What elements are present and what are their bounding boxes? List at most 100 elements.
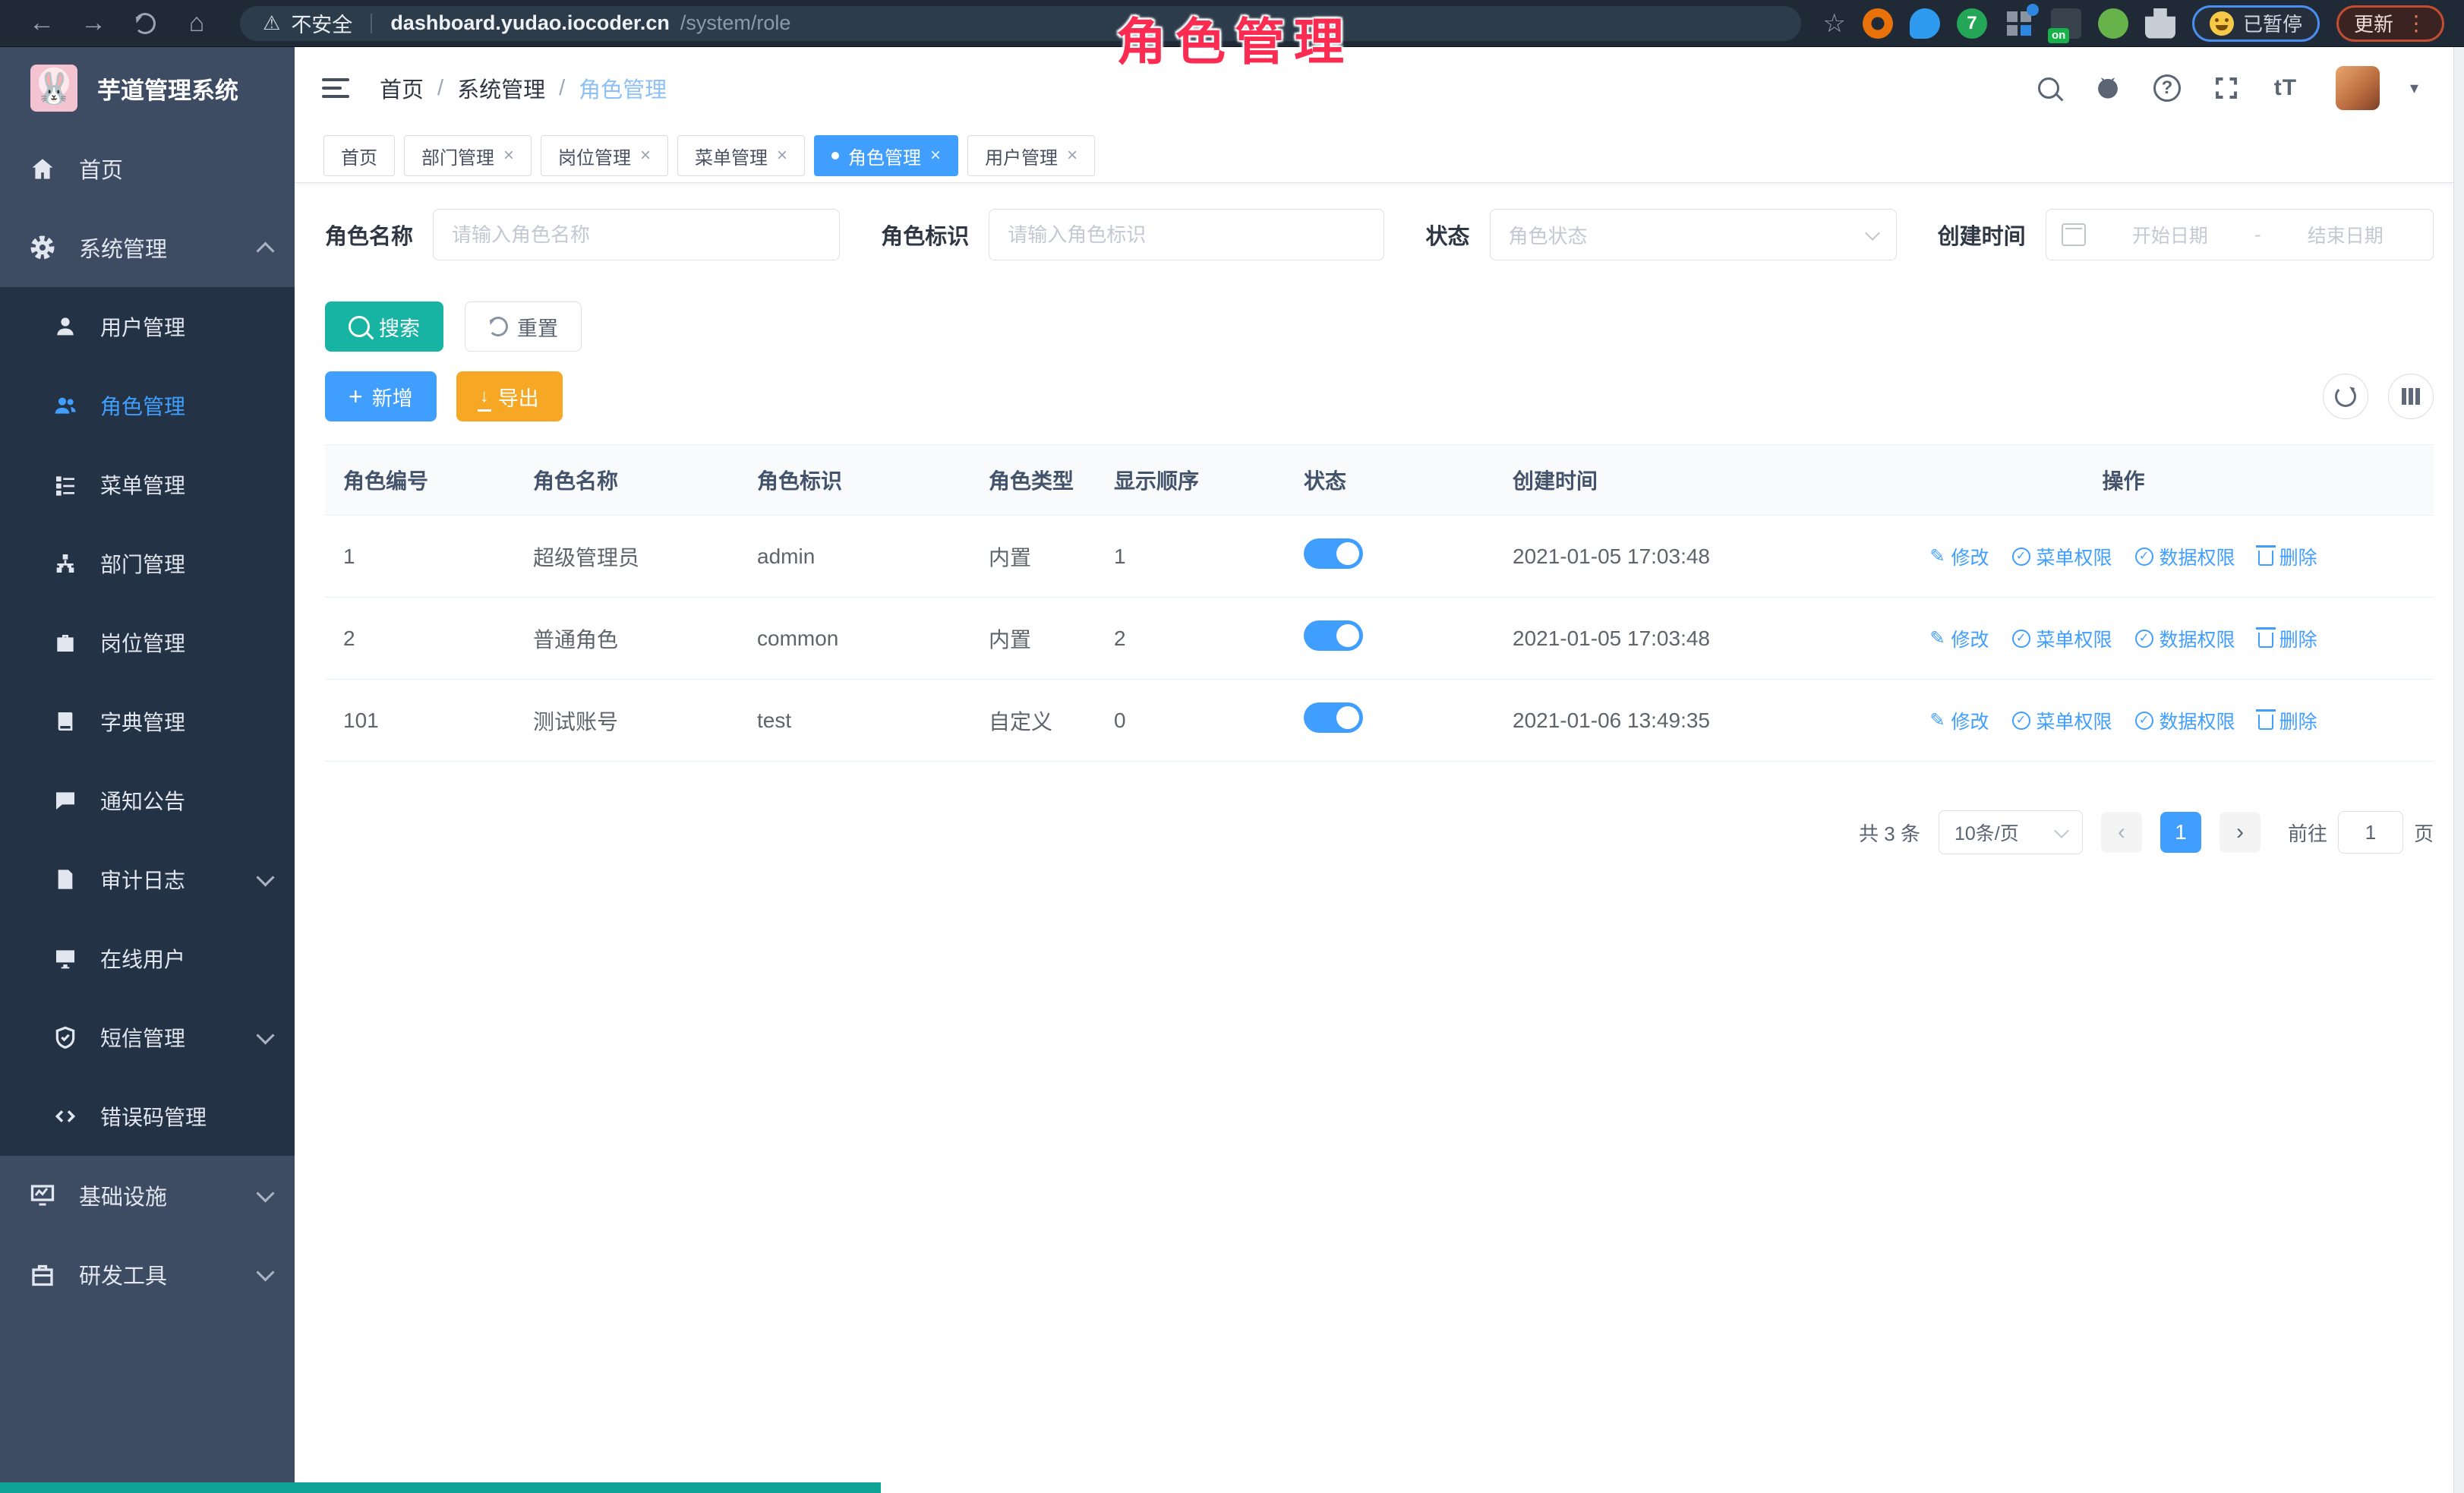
sidebar-item-sms[interactable]: 短信管理 <box>0 998 295 1077</box>
edit-link[interactable]: ✎修改 <box>1929 707 1989 734</box>
sidebar-item-dev-tools[interactable]: 研发工具 <box>0 1235 295 1314</box>
user-avatar[interactable] <box>2336 66 2380 110</box>
close-icon[interactable]: × <box>503 145 514 166</box>
sidebar-collapse-button[interactable] <box>322 78 349 98</box>
start-date-placeholder[interactable]: 开始日期 <box>2098 221 2242 248</box>
page-number-1[interactable]: 1 <box>2160 812 2201 853</box>
sidebar-item-menus[interactable]: 菜单管理 <box>0 445 295 524</box>
extension-ring-icon[interactable] <box>1863 8 1893 39</box>
monitor-icon <box>53 946 77 971</box>
goto-page-input[interactable] <box>2338 811 2403 854</box>
breadcrumb-home[interactable]: 首页 <box>380 72 424 104</box>
sidebar-item-dictionary[interactable]: 字典管理 <box>0 682 295 761</box>
search-button[interactable]: 搜索 <box>325 301 443 352</box>
delete-link[interactable]: 删除 <box>2258 543 2317 570</box>
github-button[interactable] <box>2091 71 2125 105</box>
sidebar-item-online-users[interactable]: 在线用户 <box>0 919 295 998</box>
extension-monkey-icon[interactable] <box>2098 8 2128 39</box>
end-date-placeholder[interactable]: 结束日期 <box>2273 221 2418 248</box>
tab-roles[interactable]: 角色管理 × <box>814 135 958 176</box>
export-button[interactable]: ↓ 导出 <box>456 371 563 421</box>
extension-green-icon[interactable]: 7 <box>1957 8 1987 39</box>
sidebar-submenu-system: 用户管理 角色管理 菜单管理 部门管理 岗位管理 字典管理 <box>0 287 295 1156</box>
refresh-table-button[interactable] <box>2323 374 2368 419</box>
status-toggle[interactable] <box>1304 538 1363 569</box>
menu-permission-link[interactable]: ✓菜单权限 <box>2012 707 2112 734</box>
breadcrumb: 首页 / 系统管理 / 角色管理 <box>380 72 667 104</box>
header-search-button[interactable] <box>2032 71 2065 105</box>
sidebar-item-posts[interactable]: 岗位管理 <box>0 603 295 682</box>
sidebar-item-infrastructure[interactable]: 基础设施 <box>0 1156 295 1235</box>
close-icon[interactable]: × <box>777 145 787 166</box>
extension-grid-icon[interactable] <box>2004 8 2034 39</box>
page-scrollbar[interactable] <box>2453 47 2464 1493</box>
status-toggle[interactable] <box>1304 620 1363 651</box>
close-icon[interactable]: × <box>640 145 651 166</box>
fullscreen-icon <box>2213 74 2240 102</box>
breadcrumb-section[interactable]: 系统管理 <box>457 72 545 104</box>
page-size-select[interactable]: 10条/页 <box>1939 810 2083 854</box>
avatar-caret-icon[interactable]: ▾ <box>2410 78 2418 98</box>
reset-button[interactable]: 重置 <box>465 301 582 352</box>
extension-dark-icon[interactable]: on <box>2051 8 2081 39</box>
cell-role-key: test <box>739 680 970 762</box>
close-icon[interactable]: × <box>930 145 941 166</box>
sidebar-item-system[interactable]: 系统管理 <box>0 208 295 287</box>
tab-users[interactable]: 用户管理 × <box>967 135 1095 176</box>
extension-drop-icon[interactable] <box>1910 8 1940 39</box>
sidebar-item-error-codes[interactable]: 错误码管理 <box>0 1077 295 1156</box>
data-permission-link[interactable]: ✓数据权限 <box>2135 707 2235 734</box>
extensions-puzzle-icon[interactable] <box>2145 8 2175 39</box>
status-toggle[interactable] <box>1304 702 1363 733</box>
browser-home-button[interactable]: ⌂ <box>175 5 219 43</box>
sidebar-item-departments[interactable]: 部门管理 <box>0 524 295 603</box>
edit-link[interactable]: ✎修改 <box>1929 543 1989 570</box>
chevron-up-icon <box>256 241 274 260</box>
data-permission-link[interactable]: ✓数据权限 <box>2135 625 2235 652</box>
data-permission-link[interactable]: ✓数据权限 <box>2135 543 2235 570</box>
delete-label: 删除 <box>2279 707 2317 734</box>
briefcase-icon <box>53 630 77 655</box>
sidebar-item-audit-log[interactable]: 审计日志 <box>0 840 295 919</box>
tab-posts[interactable]: 岗位管理 × <box>541 135 668 176</box>
tab-home[interactable]: 首页 <box>323 135 395 176</box>
status-select[interactable]: 角色状态 <box>1490 209 1897 260</box>
tab-menus[interactable]: 菜单管理 × <box>677 135 805 176</box>
sidebar-filler <box>0 1314 295 1493</box>
menu-permission-link[interactable]: ✓菜单权限 <box>2012 543 2112 570</box>
browser-update-button[interactable]: 更新 ⋮ <box>2336 5 2444 42</box>
sidebar-item-notices[interactable]: 通知公告 <box>0 761 295 840</box>
browser-menu-icon[interactable]: ⋮ <box>2406 11 2427 36</box>
column-settings-button[interactable] <box>2388 374 2434 419</box>
delete-label: 删除 <box>2279 543 2317 570</box>
close-icon[interactable]: × <box>1067 145 1077 166</box>
sidebar-item-roles[interactable]: 角色管理 <box>0 366 295 445</box>
role-name-input[interactable] <box>433 209 840 260</box>
help-button[interactable]: ? <box>2150 71 2184 105</box>
create-time-range-picker[interactable]: 开始日期 - 结束日期 <box>2046 209 2434 260</box>
address-bar-divider <box>371 14 372 33</box>
sidebar-item-home[interactable]: 首页 <box>0 129 295 208</box>
role-key-input[interactable] <box>989 209 1384 260</box>
browser-forward-button[interactable]: → <box>71 5 115 43</box>
menu-permission-link[interactable]: ✓菜单权限 <box>2012 625 2112 652</box>
app-logo[interactable]: 🐰 芋道管理系统 <box>0 47 295 129</box>
prev-page-button[interactable]: ‹ <box>2101 812 2142 853</box>
browser-back-button[interactable]: ← <box>20 5 64 43</box>
browser-reload-button[interactable] <box>123 5 167 43</box>
next-page-button[interactable]: › <box>2219 812 2261 853</box>
status-select-placeholder: 角色状态 <box>1509 221 1858 249</box>
delete-link[interactable]: 删除 <box>2258 707 2317 734</box>
address-bar[interactable]: ⚠ 不安全 dashboard.yudao.iocoder.cn /system… <box>240 6 1801 41</box>
cell-created: 2021-01-05 17:03:48 <box>1494 516 1813 598</box>
font-size-button[interactable]: tT <box>2269 71 2302 105</box>
profile-paused-button[interactable]: 已暂停 <box>2192 5 2320 42</box>
tab-departments[interactable]: 部门管理 × <box>404 135 532 176</box>
fullscreen-button[interactable] <box>2210 71 2243 105</box>
delete-link[interactable]: 删除 <box>2258 625 2317 652</box>
add-button[interactable]: + 新增 <box>325 371 437 421</box>
bookmark-star-icon[interactable]: ☆ <box>1822 8 1845 39</box>
edit-link[interactable]: ✎修改 <box>1929 625 1989 652</box>
sidebar-item-label: 岗位管理 <box>100 627 272 658</box>
sidebar-item-users[interactable]: 用户管理 <box>0 287 295 366</box>
